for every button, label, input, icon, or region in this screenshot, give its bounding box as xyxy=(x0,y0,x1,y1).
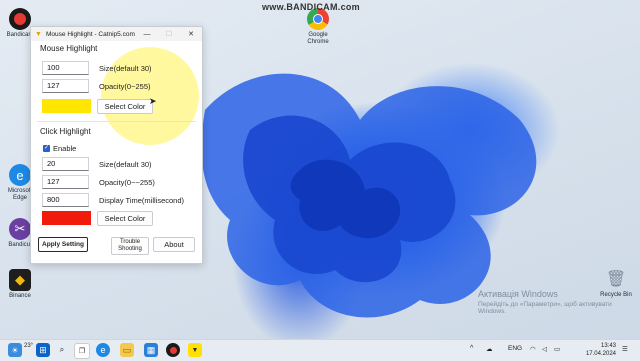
mouse-highlight-window: ▼ Mouse Highlight - Catnip5.com — ☐ ✕ Mo… xyxy=(30,26,203,264)
windows-activation-notice: Активація Windows Перейдіть до «Параметр… xyxy=(478,289,640,315)
wifi-icon[interactable]: ◠ xyxy=(530,345,536,353)
taskbar: ☀ 23° ⊞ ⌕ ❐ e ▭ ▦ ▼ ^ ☁ ENG ◠ ◁ ▭ 13:43 … xyxy=(0,339,640,361)
recycle-bin-icon: 🗑 xyxy=(605,271,627,288)
click-size-label: Size(default 30) xyxy=(99,160,152,169)
activation-title: Активація Windows xyxy=(478,289,558,299)
enable-label: Enable xyxy=(53,144,77,153)
desktop-icon-label: Binance xyxy=(9,293,31,299)
store-icon[interactable]: ▦ xyxy=(144,343,158,357)
display-time-input[interactable]: 800 xyxy=(42,193,89,207)
desktop-icon-chrome[interactable]: Google Chrome xyxy=(298,8,338,46)
maximize-button[interactable]: ☐ xyxy=(158,27,180,41)
battery-icon[interactable]: ▭ xyxy=(554,345,560,353)
clock-date: 17.04.2024 xyxy=(585,351,616,357)
notification-icon[interactable]: ☰ xyxy=(622,345,628,353)
clock-time: 13:43 xyxy=(600,343,616,349)
minimize-button[interactable]: — xyxy=(136,27,158,41)
mouse-size-input[interactable]: 100 xyxy=(42,61,89,75)
tray-overflow-icon[interactable]: ^ xyxy=(470,345,473,352)
mouse-color-swatch xyxy=(42,99,91,113)
mouse-highlight-taskbar-icon[interactable]: ▼ xyxy=(188,343,202,357)
about-button[interactable]: About xyxy=(153,237,195,252)
click-select-color-button[interactable]: Select Color xyxy=(97,211,153,226)
file-explorer-icon[interactable]: ▭ xyxy=(120,343,134,357)
click-color-swatch xyxy=(42,211,91,225)
mouse-select-color-button[interactable]: Select Color xyxy=(97,99,153,114)
desktop-icon-binance[interactable]: ◆ Binance xyxy=(0,269,40,300)
click-size-input[interactable]: 20 xyxy=(42,157,89,171)
bandicam-watermark: www.BANDICAM.com xyxy=(262,2,360,12)
binance-icon: ◆ xyxy=(9,269,31,291)
click-opacity-input[interactable]: 127 xyxy=(42,175,89,189)
edge-taskbar-icon[interactable]: e xyxy=(96,343,110,357)
weather-temperature: 23° xyxy=(24,343,34,349)
desktop-icon-label: Google Chrome xyxy=(307,32,329,45)
onedrive-icon[interactable]: ☁ xyxy=(486,345,493,353)
language-indicator[interactable]: ENG xyxy=(508,345,522,352)
click-highlight-heading: Click Highlight xyxy=(40,127,91,136)
search-icon[interactable]: ⌕ xyxy=(55,343,69,357)
window-titlebar[interactable]: ▼ Mouse Highlight - Catnip5.com — ☐ ✕ xyxy=(31,27,202,41)
bandicam-taskbar-icon[interactable] xyxy=(166,343,180,357)
display-time-label: Display Time(millisecond) xyxy=(99,196,185,205)
click-opacity-label: Opacity(0~~255) xyxy=(99,178,155,187)
mouse-size-label: Size(default 30) xyxy=(99,64,152,73)
mouse-opacity-input[interactable]: 127 xyxy=(42,79,89,93)
weather-icon[interactable]: ☀ xyxy=(8,343,22,357)
task-view-icon[interactable]: ❐ xyxy=(74,343,90,359)
volume-icon[interactable]: ◁ xyxy=(542,345,547,353)
edge-icon: e xyxy=(9,164,31,186)
record-icon xyxy=(9,8,31,30)
mouse-cursor-icon: ➤ xyxy=(149,96,157,106)
start-button-icon[interactable]: ⊞ xyxy=(36,343,50,357)
activation-subtitle: Перейдіть до «Параметри», щоб активувати… xyxy=(478,301,612,315)
close-button[interactable]: ✕ xyxy=(180,27,202,41)
trouble-line-1: Trouble xyxy=(119,239,141,245)
apply-setting-button[interactable]: Apply Setting xyxy=(38,237,88,252)
trouble-shooting-button[interactable]: Trouble Shooting xyxy=(111,237,149,255)
app-icon: ▼ xyxy=(35,30,42,38)
trouble-line-2: Shooting xyxy=(118,246,142,252)
window-title: Mouse Highlight - Catnip5.com xyxy=(46,30,135,38)
mouse-opacity-label: Opacity(0~255) xyxy=(99,82,151,91)
mouse-highlight-heading: Mouse Highlight xyxy=(40,44,98,53)
section-divider xyxy=(37,121,196,122)
clock[interactable]: 13:43 17.04.2024 xyxy=(586,342,616,358)
bandicut-icon: ✂ xyxy=(9,218,31,240)
enable-checkbox[interactable]: ✓ xyxy=(43,145,50,152)
